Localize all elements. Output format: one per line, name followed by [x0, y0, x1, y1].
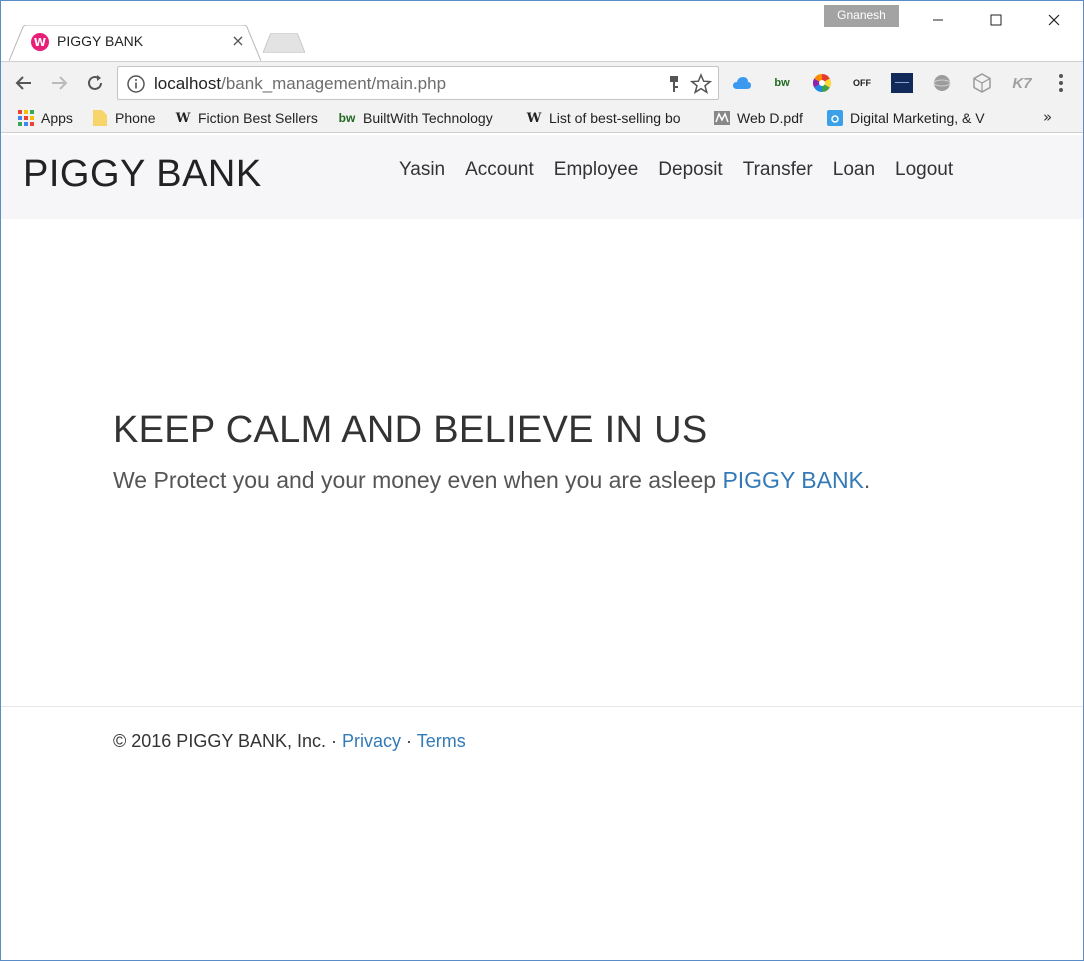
bookmark-web-d-pdf[interactable]: Web D.pdf [713, 108, 803, 128]
key-icon[interactable] [666, 75, 682, 93]
folder-icon [91, 109, 109, 127]
bookmark-label: Phone [115, 110, 156, 126]
bookmarks-bar: Apps Phone W Fiction Best Sellers bw Bui… [1, 103, 1083, 133]
bookmark-label: List of best-selling bo [549, 110, 681, 126]
minimize-icon[interactable] [923, 7, 953, 33]
site-nav-links: Yasin Account Employee Deposit Transfer … [389, 159, 963, 181]
off-icon[interactable]: OFF [851, 72, 873, 94]
reload-icon[interactable] [83, 71, 107, 95]
terms-link[interactable]: Terms [417, 731, 466, 751]
new-tab-button[interactable] [263, 33, 305, 53]
bookmark-digital-marketing[interactable]: Digital Marketing, & V [826, 108, 985, 128]
url-text: localhost/bank_management/main.php [154, 74, 447, 93]
bookmark-list-best-selling[interactable]: W List of best-selling bo [525, 108, 681, 128]
nav-link-employee[interactable]: Employee [544, 159, 649, 181]
site-footer: © 2016 PIGGY BANK, Inc. · Privacy · Term… [113, 731, 466, 752]
bookmark-label: Fiction Best Sellers [198, 110, 318, 126]
maximize-icon[interactable] [981, 7, 1011, 33]
nav-link-transfer[interactable]: Transfer [733, 159, 823, 181]
browser-window: W PIGGY BANK × Gnanesh localhost/bank_ma [0, 0, 1084, 961]
apps-grid-icon [17, 109, 35, 127]
globe-icon[interactable] [931, 72, 953, 94]
more-bookmarks-icon[interactable]: » [1043, 108, 1052, 126]
site-navbar: PIGGY BANK Yasin Account Employee Deposi… [1, 135, 1083, 219]
bookmark-label: Web D.pdf [737, 110, 803, 126]
tab-close-icon[interactable]: × [230, 31, 246, 51]
hero-subtitle-end: . [863, 467, 871, 493]
cloud-icon[interactable] [731, 72, 753, 94]
bookmark-icon [826, 109, 844, 127]
hero-subtitle: We Protect you and your money even when … [113, 467, 870, 494]
forward-arrow-icon[interactable] [47, 71, 71, 95]
bookmark-label: Digital Marketing, & V [850, 110, 985, 126]
wikipedia-icon: W [526, 110, 542, 126]
hero-title: KEEP CALM AND BELIEVE IN US [113, 409, 708, 451]
tab-favicon-icon: W [31, 33, 49, 51]
info-icon[interactable] [126, 74, 146, 94]
bw-icon[interactable]: bw [771, 72, 793, 94]
pdf-icon [713, 109, 731, 127]
dark-extension-icon[interactable] [891, 72, 913, 94]
footer-copyright: © 2016 PIGGY BANK, Inc. · [113, 731, 343, 751]
browser-toolbar: localhost/bank_management/main.php bw OF… [1, 61, 1083, 103]
bookmark-fiction-best-sellers[interactable]: W Fiction Best Sellers [174, 108, 318, 128]
wikipedia-icon: W [175, 110, 191, 126]
nav-link-loan[interactable]: Loan [823, 159, 885, 181]
cube-icon[interactable] [971, 72, 993, 94]
k7-icon[interactable]: K7 [1011, 72, 1033, 94]
bookmark-builtwith[interactable]: bw BuiltWith Technology [337, 108, 493, 128]
hero-subtitle-text: We Protect you and your money even when … [113, 467, 723, 493]
privacy-link[interactable]: Privacy [342, 731, 401, 751]
nav-link-deposit[interactable]: Deposit [648, 159, 732, 181]
address-bar[interactable]: localhost/bank_management/main.php [117, 66, 719, 100]
title-bar: W PIGGY BANK × Gnanesh [1, 1, 1083, 61]
bookmark-label: BuiltWith Technology [363, 110, 493, 126]
back-arrow-icon[interactable] [12, 71, 36, 95]
footer-separator: · [401, 731, 417, 751]
close-window-icon[interactable] [1039, 7, 1069, 33]
browser-menu-icon[interactable] [1053, 72, 1069, 94]
site-brand[interactable]: PIGGY BANK [23, 153, 262, 196]
nav-link-logout[interactable]: Logout [885, 159, 963, 181]
nav-link-user[interactable]: Yasin [389, 159, 455, 181]
bookmark-label: Apps [41, 110, 73, 126]
hero-brand-link[interactable]: PIGGY BANK [722, 467, 863, 493]
tab-title: PIGGY BANK [57, 33, 144, 49]
bookmark-phone[interactable]: Phone [91, 108, 155, 128]
color-wheel-icon[interactable] [811, 72, 833, 94]
bookmark-apps[interactable]: Apps [17, 108, 73, 128]
footer-divider [1, 706, 1083, 707]
profile-badge[interactable]: Gnanesh [824, 5, 899, 27]
bookmark-star-icon[interactable] [690, 73, 712, 95]
builtwith-icon: bw [338, 111, 356, 125]
nav-link-account[interactable]: Account [455, 159, 544, 181]
